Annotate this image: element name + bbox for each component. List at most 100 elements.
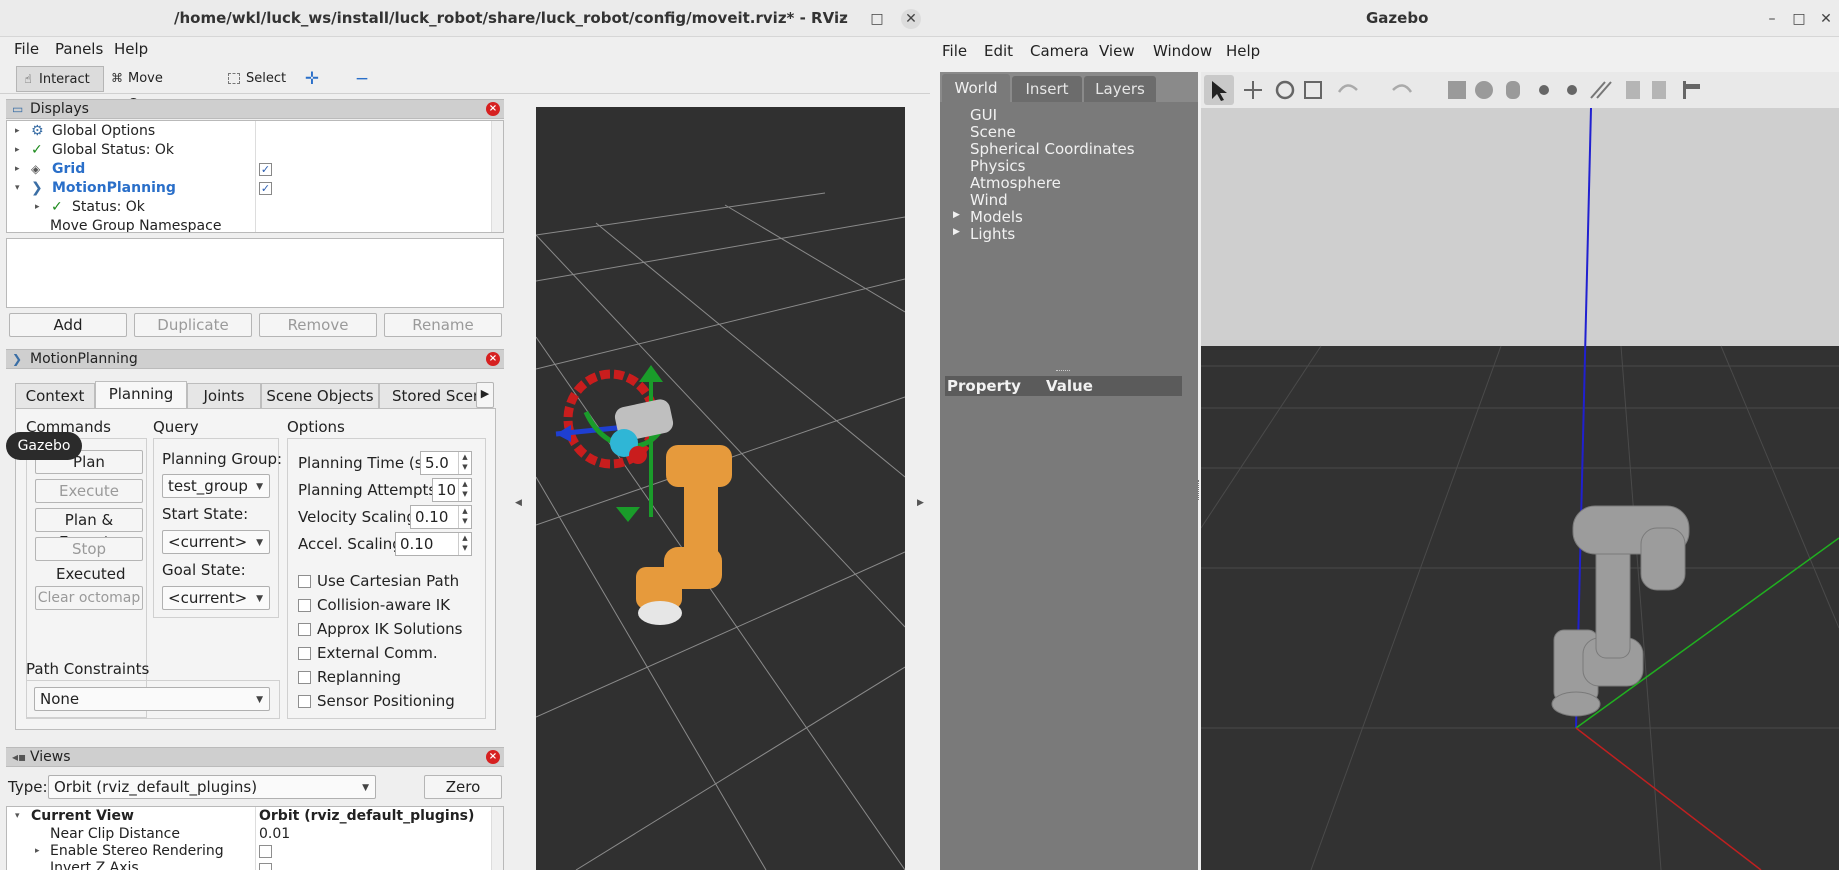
expand-arrow-icon[interactable]: ▸	[15, 160, 20, 179]
gazebo-scene-svg	[1201, 108, 1839, 870]
gazebo-3d-viewport[interactable]	[1201, 108, 1839, 870]
gazebo-menu-camera[interactable]: Camera	[1030, 42, 1089, 60]
accel-scaling-input[interactable]: 0.10 ▲ ▼	[395, 532, 472, 556]
world-tree-wind[interactable]: Wind	[970, 191, 1008, 209]
close-icon[interactable]: ✕	[1816, 9, 1836, 29]
tab-insert[interactable]: Insert	[1012, 76, 1082, 102]
rename-display-button[interactable]: Rename	[384, 313, 502, 337]
collapse-arrow-icon[interactable]: ▾	[15, 179, 20, 198]
tab-context[interactable]: Context	[15, 383, 95, 409]
views-scrollbar[interactable]	[491, 807, 503, 870]
maximize-icon[interactable]: □	[867, 9, 887, 29]
external-comm-checkbox[interactable]	[298, 647, 311, 660]
add-tool-icon[interactable]: ✛	[302, 66, 322, 92]
start-state-select[interactable]: <current> ▼	[162, 530, 270, 554]
minimize-icon[interactable]: –	[833, 9, 853, 29]
collision-aware-ik-checkbox[interactable]	[298, 599, 311, 612]
displays-close-icon[interactable]: ×	[486, 102, 500, 116]
stop-button[interactable]: Stop	[35, 537, 143, 561]
display-row-grid[interactable]: ▸ ◈ Grid ✓	[7, 160, 487, 179]
planning-time-input[interactable]: 5.0 ▲ ▼	[420, 451, 472, 475]
collapse-right-icon[interactable]: ▶	[917, 498, 924, 508]
gazebo-menu-edit[interactable]: Edit	[984, 42, 1013, 60]
motionplanning-close-icon[interactable]: ×	[486, 352, 500, 366]
minimize-icon[interactable]: –	[1762, 9, 1782, 29]
world-tree-physics[interactable]: Physics	[970, 157, 1025, 175]
display-row-motionplanning[interactable]: ▾ ❯ MotionPlanning ✓	[7, 179, 487, 198]
views-tree[interactable]: ▾ Current View Orbit (rviz_default_plugi…	[6, 806, 504, 870]
world-tree-scene[interactable]: Scene	[970, 123, 1016, 141]
interact-tool[interactable]: ☝ Interact	[16, 66, 104, 92]
remove-tool-icon[interactable]: −	[350, 66, 374, 92]
tab-scene-objects[interactable]: Scene Objects	[261, 383, 379, 409]
views-close-icon[interactable]: ×	[486, 750, 500, 764]
velocity-scaling-input[interactable]: 0.10 ▲ ▼	[410, 505, 472, 529]
display-row-global-status[interactable]: ▸ ✓ Global Status: Ok	[7, 141, 487, 160]
add-display-button[interactable]: Add	[9, 313, 127, 337]
duplicate-display-button[interactable]: Duplicate	[134, 313, 252, 337]
expand-arrow-icon[interactable]: ▸	[15, 122, 20, 141]
expand-arrow-icon[interactable]: ▸	[35, 198, 40, 217]
clear-octomap-button[interactable]: Clear octomap	[35, 586, 143, 610]
world-tree-models[interactable]: Models	[970, 208, 1023, 226]
expand-arrow-icon[interactable]: ▶	[953, 210, 960, 220]
maximize-icon[interactable]: □	[1789, 9, 1809, 29]
displays-scrollbar[interactable]	[491, 121, 503, 232]
world-tree-spherical-coordinates[interactable]: Spherical Coordinates	[970, 140, 1135, 158]
replanning-checkbox[interactable]	[298, 671, 311, 684]
zero-view-button[interactable]: Zero	[424, 775, 502, 799]
panel-splitter-handle[interactable]	[1198, 480, 1201, 500]
tab-scroll-right-icon[interactable]: ▶	[476, 382, 494, 408]
expand-arrow-icon[interactable]: ▶	[953, 227, 960, 237]
move-camera-tool[interactable]: ⌘Move Camera	[106, 66, 206, 112]
menu-help[interactable]: Help	[114, 40, 148, 58]
goal-state-select[interactable]: <current> ▼	[162, 586, 270, 610]
display-row-move-group-namespace[interactable]: Move Group Namespace	[7, 217, 487, 232]
tab-planning[interactable]: Planning	[95, 381, 187, 409]
tab-joints[interactable]: Joints	[187, 383, 261, 409]
world-tree-lights[interactable]: Lights	[970, 225, 1015, 243]
display-row-global-options[interactable]: ▸ ⚙ Global Options	[7, 122, 487, 141]
planning-attempts-input[interactable]: 10 ▲ ▼	[432, 478, 472, 502]
world-tree-gui[interactable]: GUI	[970, 106, 997, 124]
stereo-checkbox[interactable]	[259, 845, 272, 858]
remove-display-button[interactable]: Remove	[259, 313, 377, 337]
menu-file[interactable]: File	[14, 40, 39, 58]
spinner-arrows-icon[interactable]: ▲ ▼	[458, 533, 471, 555]
gazebo-menu-help[interactable]: Help	[1226, 42, 1260, 60]
view-type-select[interactable]: Orbit (rviz_default_plugins) ▼	[48, 775, 376, 799]
gazebo-menu-window[interactable]: Window	[1153, 42, 1212, 60]
tab-stored-scenes[interactable]: Stored Scene	[379, 383, 489, 409]
select-tool[interactable]: Select	[224, 66, 294, 92]
plan-execute-button[interactable]: Plan & Execute	[35, 508, 143, 551]
view-row-invert-z[interactable]: Invert Z Axis	[7, 859, 487, 870]
display-row-status[interactable]: ▸ ✓ Status: Ok	[7, 198, 487, 217]
spinner-arrows-icon[interactable]: ▲ ▼	[458, 506, 471, 528]
grid-enabled-checkbox[interactable]: ✓	[259, 163, 272, 176]
world-tree-atmosphere[interactable]: Atmosphere	[970, 174, 1061, 192]
tab-layers[interactable]: Layers	[1084, 76, 1156, 102]
execute-button[interactable]: Execute	[35, 479, 143, 503]
use-cartesian-path-checkbox[interactable]	[298, 575, 311, 588]
expand-arrow-icon[interactable]: ▸	[15, 141, 20, 160]
motionplanning-enabled-checkbox[interactable]: ✓	[259, 182, 272, 195]
collapse-arrow-icon[interactable]: ▾	[15, 807, 20, 826]
spinner-arrows-icon[interactable]: ▲ ▼	[458, 452, 471, 474]
menu-panels[interactable]: Panels	[55, 40, 103, 58]
planning-group-select[interactable]: test_group ▼	[162, 474, 270, 498]
approx-ik-checkbox[interactable]	[298, 623, 311, 636]
view-row-current-view[interactable]: ▾ Current View Orbit (rviz_default_plugi…	[7, 807, 487, 826]
invert-z-checkbox[interactable]	[259, 863, 272, 870]
sensor-positioning-checkbox[interactable]	[298, 695, 311, 708]
rviz-3d-viewport[interactable]	[536, 107, 905, 870]
splitter-handle[interactable]	[1056, 370, 1070, 372]
tab-world[interactable]: World	[942, 74, 1010, 102]
gazebo-menu-view[interactable]: View	[1099, 42, 1135, 60]
spinner-arrows-icon[interactable]: ▲ ▼	[458, 479, 471, 501]
gazebo-menu-file[interactable]: File	[942, 42, 967, 60]
displays-tree[interactable]: ▸ ⚙ Global Options ▸ ✓ Global Status: Ok…	[6, 120, 504, 233]
path-constraints-select[interactable]: None ▼	[34, 687, 270, 711]
close-icon[interactable]: ✕	[901, 9, 921, 29]
collapse-left-icon[interactable]: ◀	[515, 498, 522, 508]
gazebo-window: Gazebo – □ ✕ File Edit Camera View Windo…	[930, 0, 1839, 870]
